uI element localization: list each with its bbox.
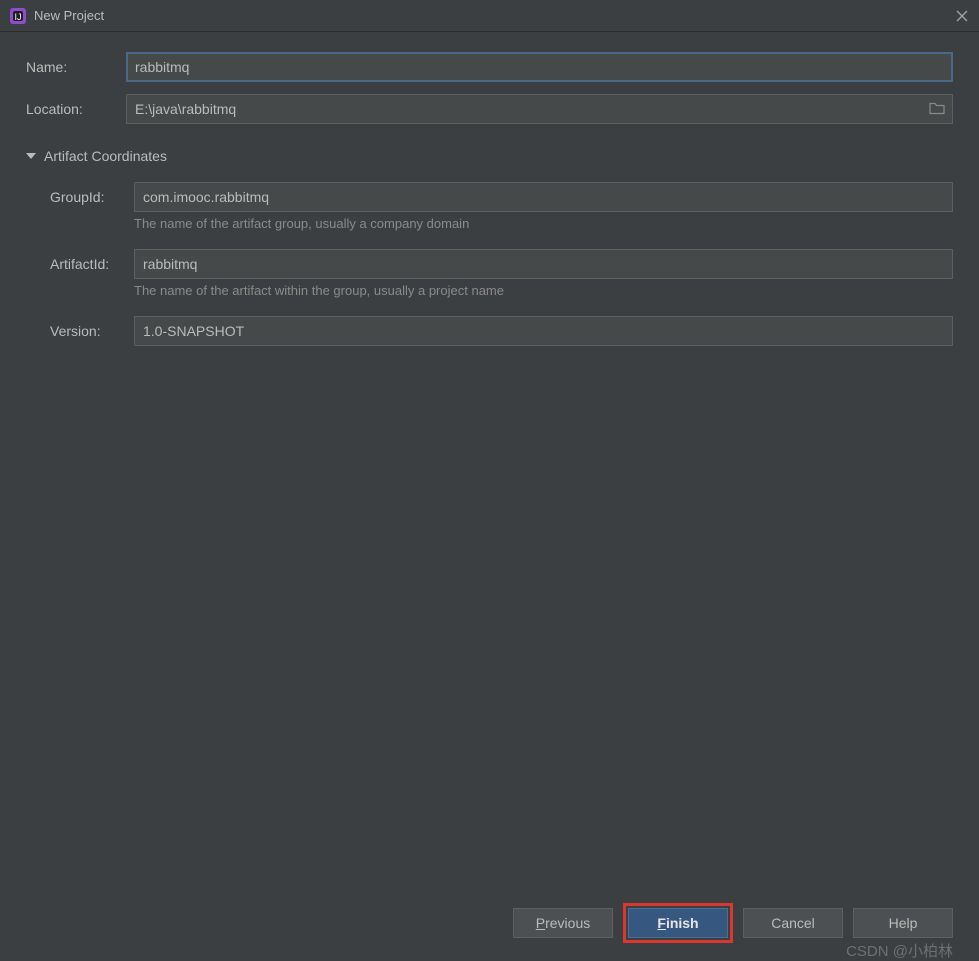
groupid-hint: The name of the artifact group, usually … bbox=[134, 216, 953, 231]
app-icon: IJ bbox=[10, 8, 26, 24]
finish-button[interactable]: Finish bbox=[628, 908, 728, 938]
artifact-section-title: Artifact Coordinates bbox=[44, 148, 167, 164]
window-title: New Project bbox=[34, 8, 104, 23]
close-icon[interactable] bbox=[955, 9, 969, 23]
groupid-label: GroupId: bbox=[26, 189, 134, 205]
location-input[interactable] bbox=[126, 94, 953, 124]
location-label: Location: bbox=[26, 101, 126, 117]
watermark: CSDN @小柏林 bbox=[846, 940, 953, 961]
folder-icon[interactable] bbox=[929, 101, 945, 118]
finish-highlight: Finish bbox=[623, 903, 733, 943]
svg-text:IJ: IJ bbox=[14, 12, 21, 22]
version-label: Version: bbox=[26, 323, 134, 339]
chevron-down-icon bbox=[26, 153, 36, 159]
previous-button[interactable]: Previous bbox=[513, 908, 613, 938]
artifactid-label: ArtifactId: bbox=[26, 256, 134, 272]
title-bar: IJ New Project bbox=[0, 0, 979, 32]
artifactid-input[interactable] bbox=[134, 249, 953, 279]
cancel-button[interactable]: Cancel bbox=[743, 908, 843, 938]
artifact-coordinates-header[interactable]: Artifact Coordinates bbox=[26, 148, 953, 164]
name-label: Name: bbox=[26, 59, 126, 75]
help-button[interactable]: Help bbox=[853, 908, 953, 938]
name-input[interactable] bbox=[126, 52, 953, 82]
groupid-input[interactable] bbox=[134, 182, 953, 212]
version-input[interactable] bbox=[134, 316, 953, 346]
artifactid-hint: The name of the artifact within the grou… bbox=[134, 283, 953, 298]
